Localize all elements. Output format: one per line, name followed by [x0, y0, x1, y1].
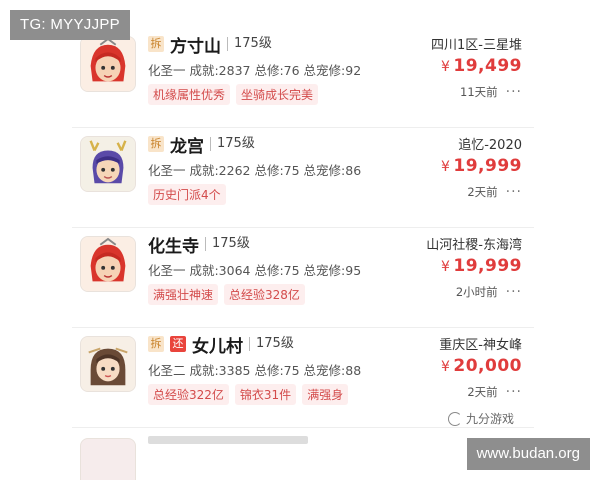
split-tag: 拆 [148, 36, 164, 52]
more-options-icon[interactable]: ··· [506, 184, 522, 200]
price-value: 19,999 [453, 156, 522, 176]
listing-card[interactable]: 化生寺 175级 化圣一 成就:3064 总修:75 总宠修:95 满强壮神速 … [72, 230, 534, 328]
watermark-top-left: TG: MYYJJPP [10, 10, 130, 40]
listing-title-row: 拆 还 女儿村 175级 [148, 332, 294, 357]
feature-chip: 总经验322亿 [148, 384, 229, 405]
feature-chips: 总经验322亿 锦衣31件 满强身 [148, 384, 349, 405]
listing-card-partial[interactable] [72, 432, 534, 480]
listing-title-row: 化生寺 175级 [148, 232, 250, 257]
server-name: 四川1区-三星堆 [431, 38, 522, 53]
server-name: 山河社稷-东海湾 [426, 238, 522, 253]
currency-symbol: ¥ [440, 59, 451, 75]
feature-chip: 满强壮神速 [148, 284, 219, 305]
character-stats: 化圣二 成就:3385 总修:75 总宠修:88 [148, 363, 362, 378]
school-name: 女儿村 [192, 336, 243, 357]
currency-symbol: ¥ [440, 159, 451, 175]
posted-time: 2天前 [467, 185, 498, 199]
more-options-icon[interactable]: ··· [506, 384, 522, 400]
character-level: 175级 [249, 337, 294, 351]
price: ¥19,999 [441, 156, 522, 176]
price-value: 19,999 [453, 256, 522, 276]
feature-chip: 历史门派4个 [148, 184, 226, 205]
brand-watermark-text: 九分游戏 [466, 412, 515, 426]
brand-logo-icon [448, 411, 462, 426]
time-row: 2天前 ··· [467, 184, 522, 200]
character-stats: 化圣一 成就:3064 总修:75 总宠修:95 [148, 263, 362, 278]
feature-chip: 坐骑成长完美 [236, 84, 319, 105]
feature-chips: 机缘属性优秀 坐骑成长完美 [148, 84, 319, 105]
feature-chip: 机缘属性优秀 [148, 84, 231, 105]
posted-time: 2天前 [467, 385, 498, 399]
price: ¥20,000 [441, 356, 522, 376]
time-row: 2天前 ··· [467, 384, 522, 400]
feature-chips: 满强壮神速 总经验328亿 [148, 284, 305, 305]
feature-chip: 满强身 [302, 384, 349, 405]
character-stats: 化圣一 成就:2837 总修:76 总宠修:92 [148, 63, 362, 78]
time-row: 11天前 ··· [460, 84, 522, 100]
character-level: 175级 [227, 37, 272, 51]
price-value: 20,000 [453, 356, 522, 376]
character-level: 175级 [205, 237, 250, 251]
character-level: 175级 [210, 137, 255, 151]
posted-time: 11天前 [460, 85, 498, 99]
listing-card[interactable]: 拆 方寸山 175级 化圣一 成就:2837 总修:76 总宠修:92 机缘属性… [72, 30, 534, 128]
split-tag: 拆 [148, 136, 164, 152]
character-avatar [80, 36, 136, 92]
return-tag: 还 [170, 336, 186, 352]
character-avatar [80, 438, 136, 480]
brand-watermark: 九分游戏 [448, 410, 514, 427]
listing-title-cropped [148, 436, 308, 444]
feature-chips: 历史门派4个 [148, 184, 226, 205]
listing-title-row: 拆 龙宫 175级 [148, 132, 255, 157]
feature-chip: 锦衣31件 [234, 384, 297, 405]
price: ¥19,499 [441, 56, 522, 76]
time-row: 2小时前 ··· [456, 284, 522, 300]
feature-chip: 总经验328亿 [224, 284, 305, 305]
character-avatar [80, 236, 136, 292]
server-name: 追忆-2020 [458, 138, 522, 153]
listing-card[interactable]: 拆 龙宫 175级 化圣一 成就:2262 总修:75 总宠修:86 历史门派4… [72, 130, 534, 228]
school-name: 龙宫 [170, 136, 204, 157]
split-tag: 拆 [148, 336, 164, 352]
watermark-bottom-right: www.budan.org [466, 438, 590, 470]
more-options-icon[interactable]: ··· [506, 84, 522, 100]
price: ¥19,999 [441, 256, 522, 276]
price-value: 19,499 [453, 56, 522, 76]
school-name: 方寸山 [170, 36, 221, 57]
listing-title-row: 拆 方寸山 175级 [148, 32, 272, 57]
character-stats: 化圣一 成就:2262 总修:75 总宠修:86 [148, 163, 362, 178]
currency-symbol: ¥ [440, 359, 451, 375]
posted-time: 2小时前 [455, 285, 498, 299]
server-name: 重庆区-神女峰 [439, 338, 522, 353]
character-avatar [80, 136, 136, 192]
currency-symbol: ¥ [440, 259, 451, 275]
character-avatar [80, 336, 136, 392]
more-options-icon[interactable]: ··· [506, 284, 522, 300]
school-name: 化生寺 [148, 236, 199, 257]
